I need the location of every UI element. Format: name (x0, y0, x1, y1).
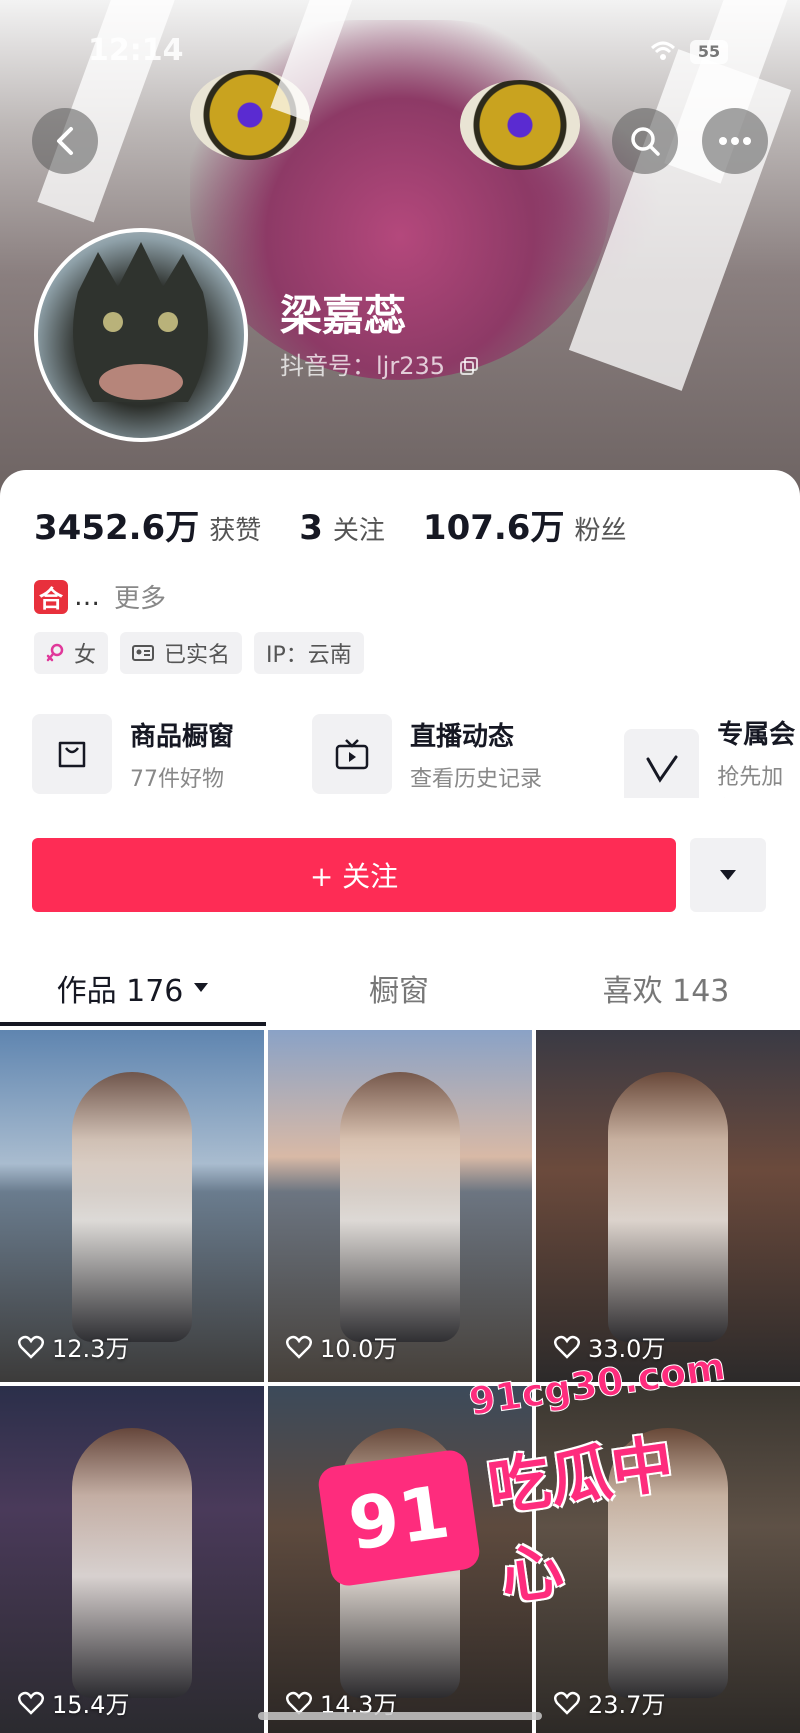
search-icon (631, 127, 660, 156)
feature-title: 商品橱窗 (130, 721, 235, 752)
heart-icon (286, 1335, 312, 1359)
watermark: 91 91cg30.com 吃瓜中心 (316, 1344, 728, 1622)
video-likes-count: 10.0万 (320, 1335, 398, 1363)
tab-shop-label: 橱窗 (369, 974, 429, 1009)
avatar[interactable] (34, 228, 248, 442)
video-likes-count: 23.7万 (588, 1691, 666, 1719)
follow-button[interactable]: + 关注 (32, 838, 676, 912)
active-tab-indicator (0, 1022, 266, 1026)
video-figure (340, 1072, 460, 1342)
watermark-logo: 91 (316, 1448, 482, 1588)
video-likes: 12.3万 (18, 1329, 129, 1364)
heart-icon (18, 1691, 44, 1715)
video-likes-count: 12.3万 (52, 1335, 130, 1363)
gender-text: 女 (74, 643, 97, 668)
ip-tag: IP：云南 (254, 632, 364, 674)
shopping-bag-icon (32, 714, 112, 794)
search-button[interactable] (612, 108, 678, 174)
female-icon (46, 643, 64, 662)
likes-label: 获赞 (209, 516, 262, 546)
battery-icon: 55 (690, 40, 728, 64)
followers-count[interactable]: 107.6万 (423, 500, 565, 549)
feature-live[interactable]: 直播动态 查看历史记录 (312, 714, 542, 794)
status-time: 12:14 (88, 33, 184, 68)
gender-tag: 女 (34, 632, 109, 674)
tab-liked-label: 喜欢 143 (602, 974, 730, 1009)
tab-shop[interactable]: 橱窗 (266, 950, 532, 1026)
profile-tabs: 作品 176 橱窗 喜欢 143 (0, 950, 800, 1030)
avatar-image (73, 242, 208, 402)
profile-tags: 女 已实名 IP：云南 (34, 632, 364, 674)
chevron-left-icon (57, 127, 73, 155)
feature-subtitle: 查看历史记录 (410, 766, 543, 792)
heart-icon (554, 1691, 580, 1715)
heart-icon (554, 1335, 580, 1359)
feature-subtitle: 77件好物 (130, 766, 224, 792)
feature-subtitle: 抢先加入 (717, 765, 784, 798)
video-thumbnail[interactable]: 33.0万 (536, 1030, 800, 1382)
ellipsis-icon (719, 137, 751, 145)
douyin-id-text: 抖音号：ljr235 (280, 352, 446, 380)
follow-dropdown-button[interactable] (690, 838, 766, 912)
feature-title: 专属会 (717, 720, 796, 750)
verified-text: 已实名 (164, 643, 231, 668)
bio-text: … (74, 581, 100, 612)
douyin-id[interactable]: 抖音号：ljr235 (280, 346, 479, 381)
back-button[interactable] (32, 108, 98, 174)
feature-row: 商品橱窗 77件好物 直播动态 查看历史记录 专属会 抢先加入 (32, 714, 800, 798)
video-figure (72, 1072, 192, 1342)
tab-works[interactable]: 作品 176 (0, 950, 266, 1026)
profile-stats: 3452.6万 获赞 3 关注 107.6万 粉丝 (34, 500, 664, 549)
home-indicator[interactable] (258, 1712, 542, 1720)
likes-count[interactable]: 3452.6万 (34, 500, 199, 549)
video-likes: 23.7万 (554, 1685, 665, 1720)
more-options-button[interactable] (702, 108, 768, 174)
wifi-icon (650, 40, 676, 67)
followers-label: 粉丝 (574, 516, 627, 546)
ip-text: IP：云南 (266, 643, 352, 668)
video-likes: 15.4万 (18, 1685, 129, 1720)
verified-tag: 已实名 (120, 632, 243, 674)
video-figure (72, 1428, 192, 1698)
watermark-text: 吃瓜中心 (483, 1426, 678, 1614)
bio-more-link[interactable]: 更多 (114, 578, 166, 615)
tab-liked[interactable]: 喜欢 143 (532, 950, 800, 1026)
caret-down-icon (720, 870, 736, 880)
video-thumbnail[interactable]: 12.3万 (0, 1030, 264, 1382)
status-bar: 12:14 55 (0, 0, 800, 100)
video-thumbnail[interactable]: 15.4万 (0, 1386, 264, 1733)
bio: 合 … 更多 (34, 578, 166, 615)
video-figure (608, 1072, 728, 1342)
video-likes: 10.0万 (286, 1329, 397, 1364)
profile-name: 梁嘉蕊 (280, 291, 407, 340)
video-likes-count: 15.4万 (52, 1691, 130, 1719)
feature-membership[interactable]: 专属会 抢先加入 (624, 714, 800, 798)
caret-down-icon (194, 983, 209, 992)
following-label: 关注 (332, 516, 385, 546)
heart-icon (18, 1335, 44, 1359)
video-thumbnail[interactable]: 10.0万 (268, 1030, 532, 1382)
following-count[interactable]: 3 (299, 508, 323, 548)
v-icon (624, 728, 700, 798)
id-card-icon (132, 645, 155, 661)
tab-works-label: 作品 176 (56, 974, 184, 1009)
heart-icon (286, 1691, 312, 1715)
feature-shop-window[interactable]: 商品橱窗 77件好物 (32, 714, 234, 794)
tv-icon (312, 714, 392, 794)
feature-title: 直播动态 (410, 721, 515, 752)
he-badge: 合 (34, 579, 68, 614)
copy-icon[interactable] (459, 356, 479, 376)
